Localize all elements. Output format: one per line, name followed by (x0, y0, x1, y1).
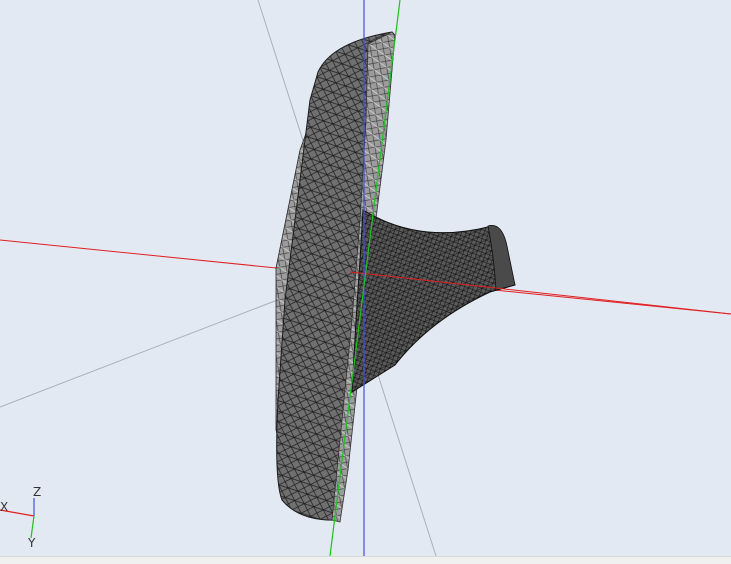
triad-y-label: Y (28, 536, 36, 550)
scene-canvas[interactable] (0, 0, 731, 556)
3d-viewport[interactable]: X Z Y (0, 0, 731, 556)
status-bar (0, 556, 731, 564)
triad-z-label: Z (33, 485, 42, 499)
triad-y-line (30, 515, 35, 539)
triad-x-label: X (0, 500, 9, 514)
